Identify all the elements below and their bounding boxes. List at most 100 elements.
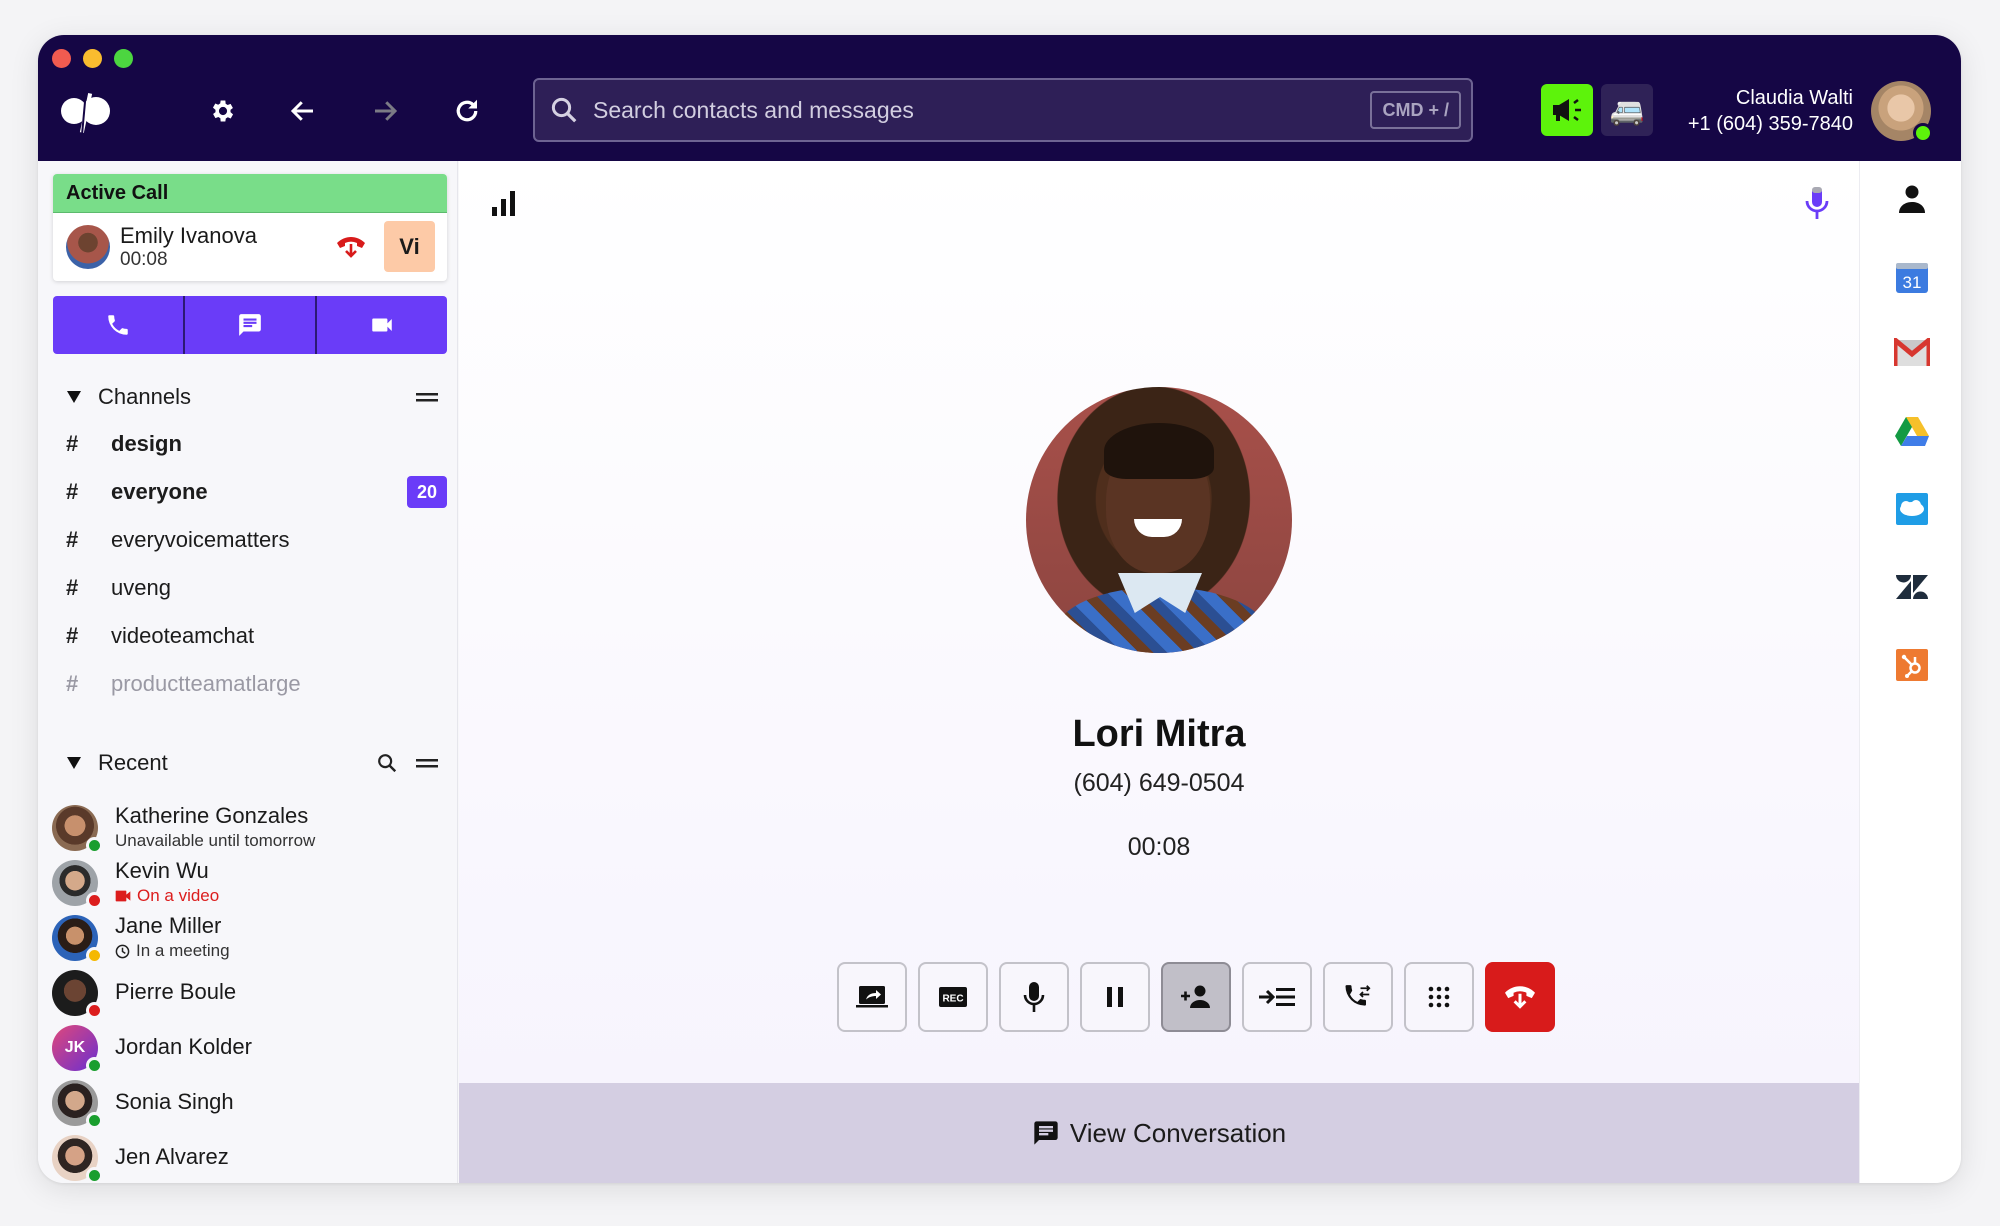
add-person-icon	[1181, 985, 1210, 1008]
channel-name: design	[111, 431, 182, 456]
microphone-icon	[1805, 187, 1829, 219]
caller-initials-button[interactable]: Vi	[384, 221, 435, 272]
hold-button[interactable]	[1080, 962, 1150, 1032]
recent-header[interactable]: Recent	[38, 743, 458, 783]
settings-button[interactable]	[203, 91, 243, 131]
recent-contact-item[interactable]: Jen Alvarez	[38, 1131, 458, 1183]
recent-contact-item[interactable]: JK Jordan Kolder	[38, 1021, 458, 1075]
back-button[interactable]	[283, 91, 323, 131]
hang-up-icon	[1505, 986, 1535, 1009]
share-screen-button[interactable]	[837, 962, 907, 1032]
keypad-button[interactable]	[1404, 962, 1474, 1032]
zendesk-icon	[1896, 575, 1928, 599]
channel-item-uveng[interactable]: # uveng	[38, 566, 458, 610]
presence-indicator	[86, 837, 103, 854]
channels-title: Channels	[98, 384, 191, 409]
phone-button[interactable]	[53, 296, 183, 354]
video-button[interactable]	[315, 296, 447, 354]
forward-button[interactable]	[365, 91, 405, 131]
menu-icon[interactable]	[416, 391, 438, 403]
status-text: In a meeting	[136, 941, 230, 960]
audio-input-button[interactable]	[1803, 185, 1831, 226]
gmail-icon	[1894, 338, 1930, 366]
search-icon[interactable]	[376, 752, 398, 774]
transfer-button[interactable]	[1242, 962, 1312, 1032]
channels-header[interactable]: Channels	[38, 377, 458, 417]
refresh-button[interactable]	[447, 91, 487, 131]
collapse-triangle-icon[interactable]	[66, 756, 82, 770]
avatar-initials: JK	[64, 1039, 86, 1056]
zendesk-button[interactable]	[1894, 569, 1930, 605]
callee-name: Lori Mitra	[1072, 713, 1246, 755]
call-view: Lori Mitra (604) 649-0504 00:08 REC View…	[459, 161, 1859, 1183]
recent-contact-item[interactable]: Pierre Boule	[38, 966, 458, 1020]
search-icon	[551, 97, 577, 123]
add-participant-button[interactable]	[1161, 962, 1231, 1032]
contact-status: On a video	[115, 886, 219, 906]
contact-name: Jordan Kolder	[115, 1034, 252, 1059]
channel-name: productteamatlarge	[111, 671, 301, 696]
channel-item-everyvoicematters[interactable]: # everyvoicematters	[38, 518, 458, 562]
recent-contact-item[interactable]: Sonia Singh	[38, 1076, 458, 1130]
contact-status: Unavailable until tomorrow	[115, 831, 315, 851]
top-bar: CMD + / 🚐 Claudia Walti +1 (604) 359-784…	[38, 35, 1961, 161]
mute-button[interactable]	[999, 962, 1069, 1032]
contact-name: Jen Alvarez	[115, 1144, 229, 1169]
call-swap-button[interactable]	[1323, 962, 1393, 1032]
channel-item-videoteamchat[interactable]: # videoteamchat	[38, 614, 458, 658]
presence-indicator	[86, 1167, 103, 1183]
caller-name: Emily Ivanova	[120, 223, 257, 248]
maximize-window-button[interactable]	[114, 49, 133, 68]
recent-contact-item[interactable]: Jane Miller In a meeting	[38, 911, 458, 965]
search-input[interactable]	[593, 96, 1471, 124]
google-drive-button[interactable]	[1894, 413, 1930, 449]
keypad-icon	[1428, 986, 1450, 1008]
user-info[interactable]: Claudia Walti +1 (604) 359-7840	[1688, 85, 1853, 137]
recent-contact-item[interactable]: Katherine Gonzales Unavailable until tomo…	[38, 801, 458, 855]
hang-up-icon	[337, 237, 365, 258]
callee-phone: (604) 649-0504	[1073, 769, 1245, 797]
close-window-button[interactable]	[52, 49, 71, 68]
video-icon	[372, 318, 392, 332]
call-timer: 00:08	[1127, 833, 1191, 861]
arrow-right-icon	[375, 101, 398, 121]
dialpad-logo[interactable]	[60, 90, 112, 136]
minimize-window-button[interactable]	[83, 49, 102, 68]
hang-up-button[interactable]	[335, 233, 367, 266]
status-text: Unavailable until tomorrow	[115, 831, 316, 850]
transfer-icon	[1259, 988, 1295, 1006]
record-icon: REC	[939, 987, 967, 1007]
svg-text:REC: REC	[942, 994, 963, 1005]
channel-item-design[interactable]: # design	[38, 422, 458, 466]
message-icon	[1034, 1121, 1058, 1145]
menu-icon[interactable]	[416, 757, 438, 769]
presence-indicator	[86, 1057, 103, 1074]
message-button[interactable]	[183, 296, 315, 354]
user-online-status	[1913, 123, 1933, 143]
hang-up-button[interactable]	[1485, 962, 1555, 1032]
status-emoji-button[interactable]: 🚐	[1601, 84, 1653, 136]
active-call-card[interactable]: Active Call Emily Ivanova 00:08 Vi	[53, 174, 447, 281]
channel-item-everyone[interactable]: # everyone 20	[38, 470, 458, 514]
call-duration: 00:08	[120, 249, 168, 270]
channel-item-productteamatlarge[interactable]: # productteamatlarge	[38, 662, 458, 706]
hubspot-button[interactable]	[1894, 647, 1930, 683]
broadcast-button[interactable]	[1541, 84, 1593, 136]
recent-contact-item[interactable]: Kevin Wu On a video	[38, 856, 458, 910]
integrations-rail: 31	[1859, 161, 1961, 1183]
salesforce-button[interactable]	[1894, 491, 1930, 527]
channel-name: uveng	[111, 575, 171, 600]
contact-name: Kevin Wu	[115, 858, 209, 883]
hash-icon: #	[66, 527, 79, 552]
search-shortcut-hint: CMD + /	[1370, 91, 1461, 129]
collapse-triangle-icon[interactable]	[66, 390, 82, 404]
signal-strength-icon	[492, 191, 515, 216]
google-calendar-button[interactable]: 31	[1894, 259, 1930, 295]
search-bar[interactable]: CMD + /	[533, 78, 1473, 142]
contact-info-button[interactable]	[1894, 181, 1930, 217]
hash-icon: #	[66, 623, 79, 648]
gmail-button[interactable]	[1894, 335, 1930, 371]
google-drive-icon	[1895, 417, 1929, 446]
view-conversation-button[interactable]: View Conversation	[459, 1083, 1859, 1183]
record-button[interactable]: REC	[918, 962, 988, 1032]
